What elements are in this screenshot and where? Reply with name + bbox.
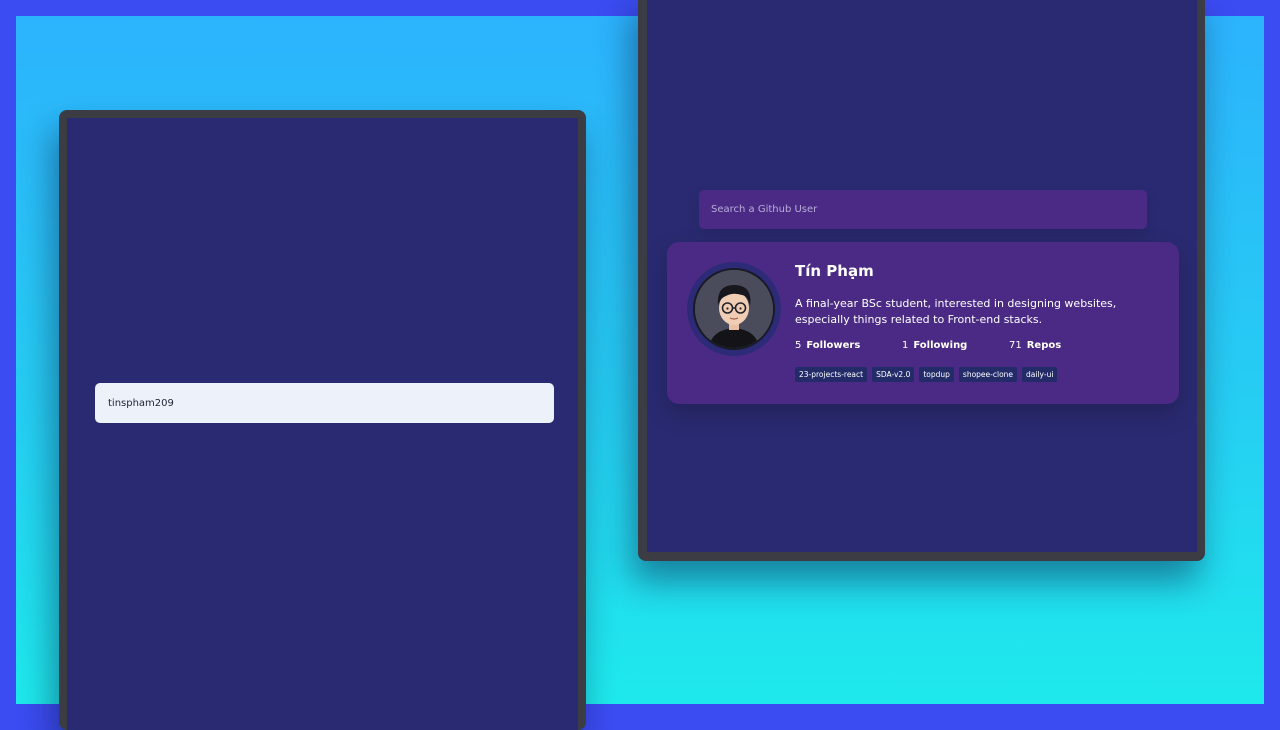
repo-link[interactable]: 23-projects-react <box>795 367 868 382</box>
repo-link[interactable]: daily-ui <box>1022 367 1058 382</box>
stat-label: Followers <box>806 340 861 351</box>
user-avatar <box>695 270 773 348</box>
user-name: Tín Phạm <box>795 262 874 280</box>
stat-repos: 71 Repos <box>1009 340 1116 351</box>
stat-value: 1 <box>902 340 909 351</box>
stat-following: 1 Following <box>902 340 1009 351</box>
repo-link[interactable]: shopee-clone <box>958 367 1018 382</box>
user-profile-card: Tín Phạm A final-year BSc student, inter… <box>667 242 1179 404</box>
repo-link[interactable]: topdup <box>919 367 954 382</box>
stat-value: 71 <box>1009 340 1022 351</box>
avatar-illustration-icon <box>695 270 773 348</box>
github-user-search-input[interactable] <box>699 190 1147 229</box>
stat-label: Repos <box>1026 340 1062 351</box>
left-device-frame <box>59 110 586 730</box>
stat-value: 5 <box>795 340 802 351</box>
stat-label: Following <box>913 340 968 351</box>
right-screen: Tín Phạm A final-year BSc student, inter… <box>647 0 1197 552</box>
user-stats: 5 Followers 1 Following 71 Repos <box>795 340 1160 351</box>
left-screen <box>67 118 578 730</box>
username-search-input[interactable] <box>95 383 554 423</box>
avatar-ring <box>687 262 781 356</box>
repo-link[interactable]: SDA-v2.0 <box>872 367 915 382</box>
user-bio: A final-year BSc student, interested in … <box>795 297 1117 326</box>
repo-list: 23-projects-react SDA-v2.0 topdup shopee… <box>795 367 1058 382</box>
stat-followers: 5 Followers <box>795 340 902 351</box>
right-device-frame: Tín Phạm A final-year BSc student, inter… <box>638 0 1205 561</box>
